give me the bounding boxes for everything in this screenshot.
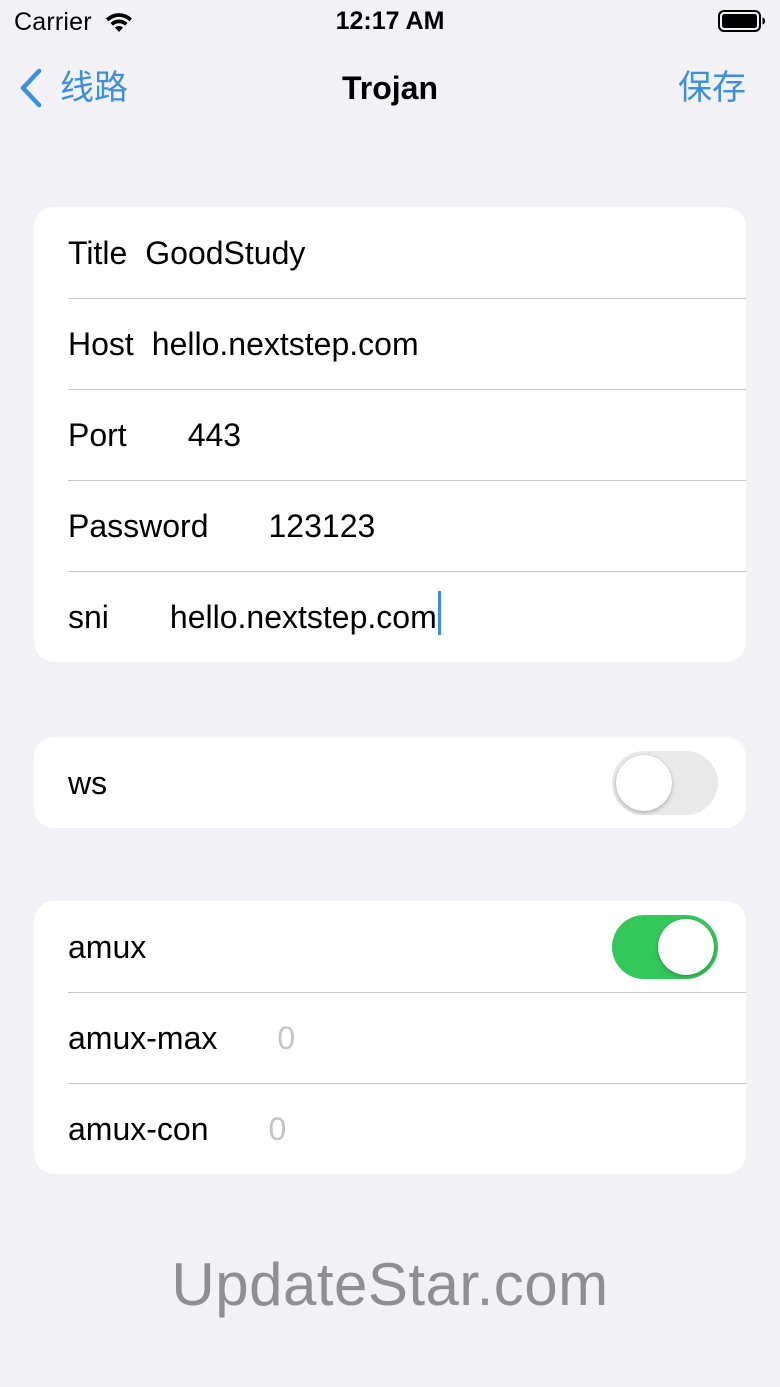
title-row[interactable]: Title GoodStudy	[34, 207, 746, 298]
password-field[interactable]: 123123	[269, 506, 376, 546]
password-row[interactable]: Password 123123	[34, 480, 746, 571]
amux-max-row[interactable]: amux-max 0	[34, 992, 746, 1083]
sni-label: sni	[68, 598, 109, 635]
amux-max-field[interactable]: 0	[277, 1018, 295, 1058]
amux-con-row[interactable]: amux-con 0	[34, 1083, 746, 1174]
port-label: Port	[68, 416, 127, 453]
clock: 12:17 AM	[335, 7, 445, 35]
amux-row: amux	[34, 901, 746, 992]
title-field[interactable]: GoodStudy	[145, 233, 305, 273]
sni-input[interactable]: hello.nextstep.com	[169, 590, 441, 639]
ws-label: ws	[68, 764, 108, 801]
amux-section: amux amux-max 0 amux-con 0	[34, 901, 746, 1174]
port-field[interactable]: 443	[188, 415, 241, 455]
sni-field-text: hello.nextstep.com	[169, 598, 437, 635]
toggle-knob	[658, 918, 714, 975]
amux-con-label: amux-con	[68, 1110, 209, 1147]
toggle-knob	[616, 754, 672, 811]
text-cursor	[437, 590, 441, 635]
title-label: Title	[68, 234, 128, 271]
port-row[interactable]: Port 443	[34, 389, 746, 480]
ws-row: ws	[34, 737, 746, 828]
page-title: Trojan	[341, 70, 438, 106]
save-button[interactable]: 保存	[678, 66, 746, 110]
status-bar: Carrier 12:17 AM	[0, 0, 780, 44]
host-row[interactable]: Host hello.nextstep.com	[34, 298, 746, 389]
server-settings-section: Title GoodStudy Host hello.nextstep.com …	[34, 207, 746, 662]
watermark: UpdateStar.com	[171, 1251, 609, 1318]
ws-section: ws	[34, 737, 746, 828]
ws-toggle[interactable]	[612, 750, 718, 815]
amux-con-field[interactable]: 0	[269, 1109, 287, 1149]
sni-row[interactable]: sni hello.nextstep.com	[34, 571, 746, 662]
host-field[interactable]: hello.nextstep.com	[152, 324, 419, 364]
host-label: Host	[68, 325, 134, 362]
amux-max-label: amux-max	[68, 1019, 218, 1056]
battery-icon	[718, 10, 766, 32]
amux-toggle[interactable]	[612, 914, 718, 979]
amux-label: amux	[68, 928, 147, 965]
navigation-bar: 线路 Trojan 保存	[0, 58, 780, 118]
password-label: Password	[68, 507, 209, 544]
